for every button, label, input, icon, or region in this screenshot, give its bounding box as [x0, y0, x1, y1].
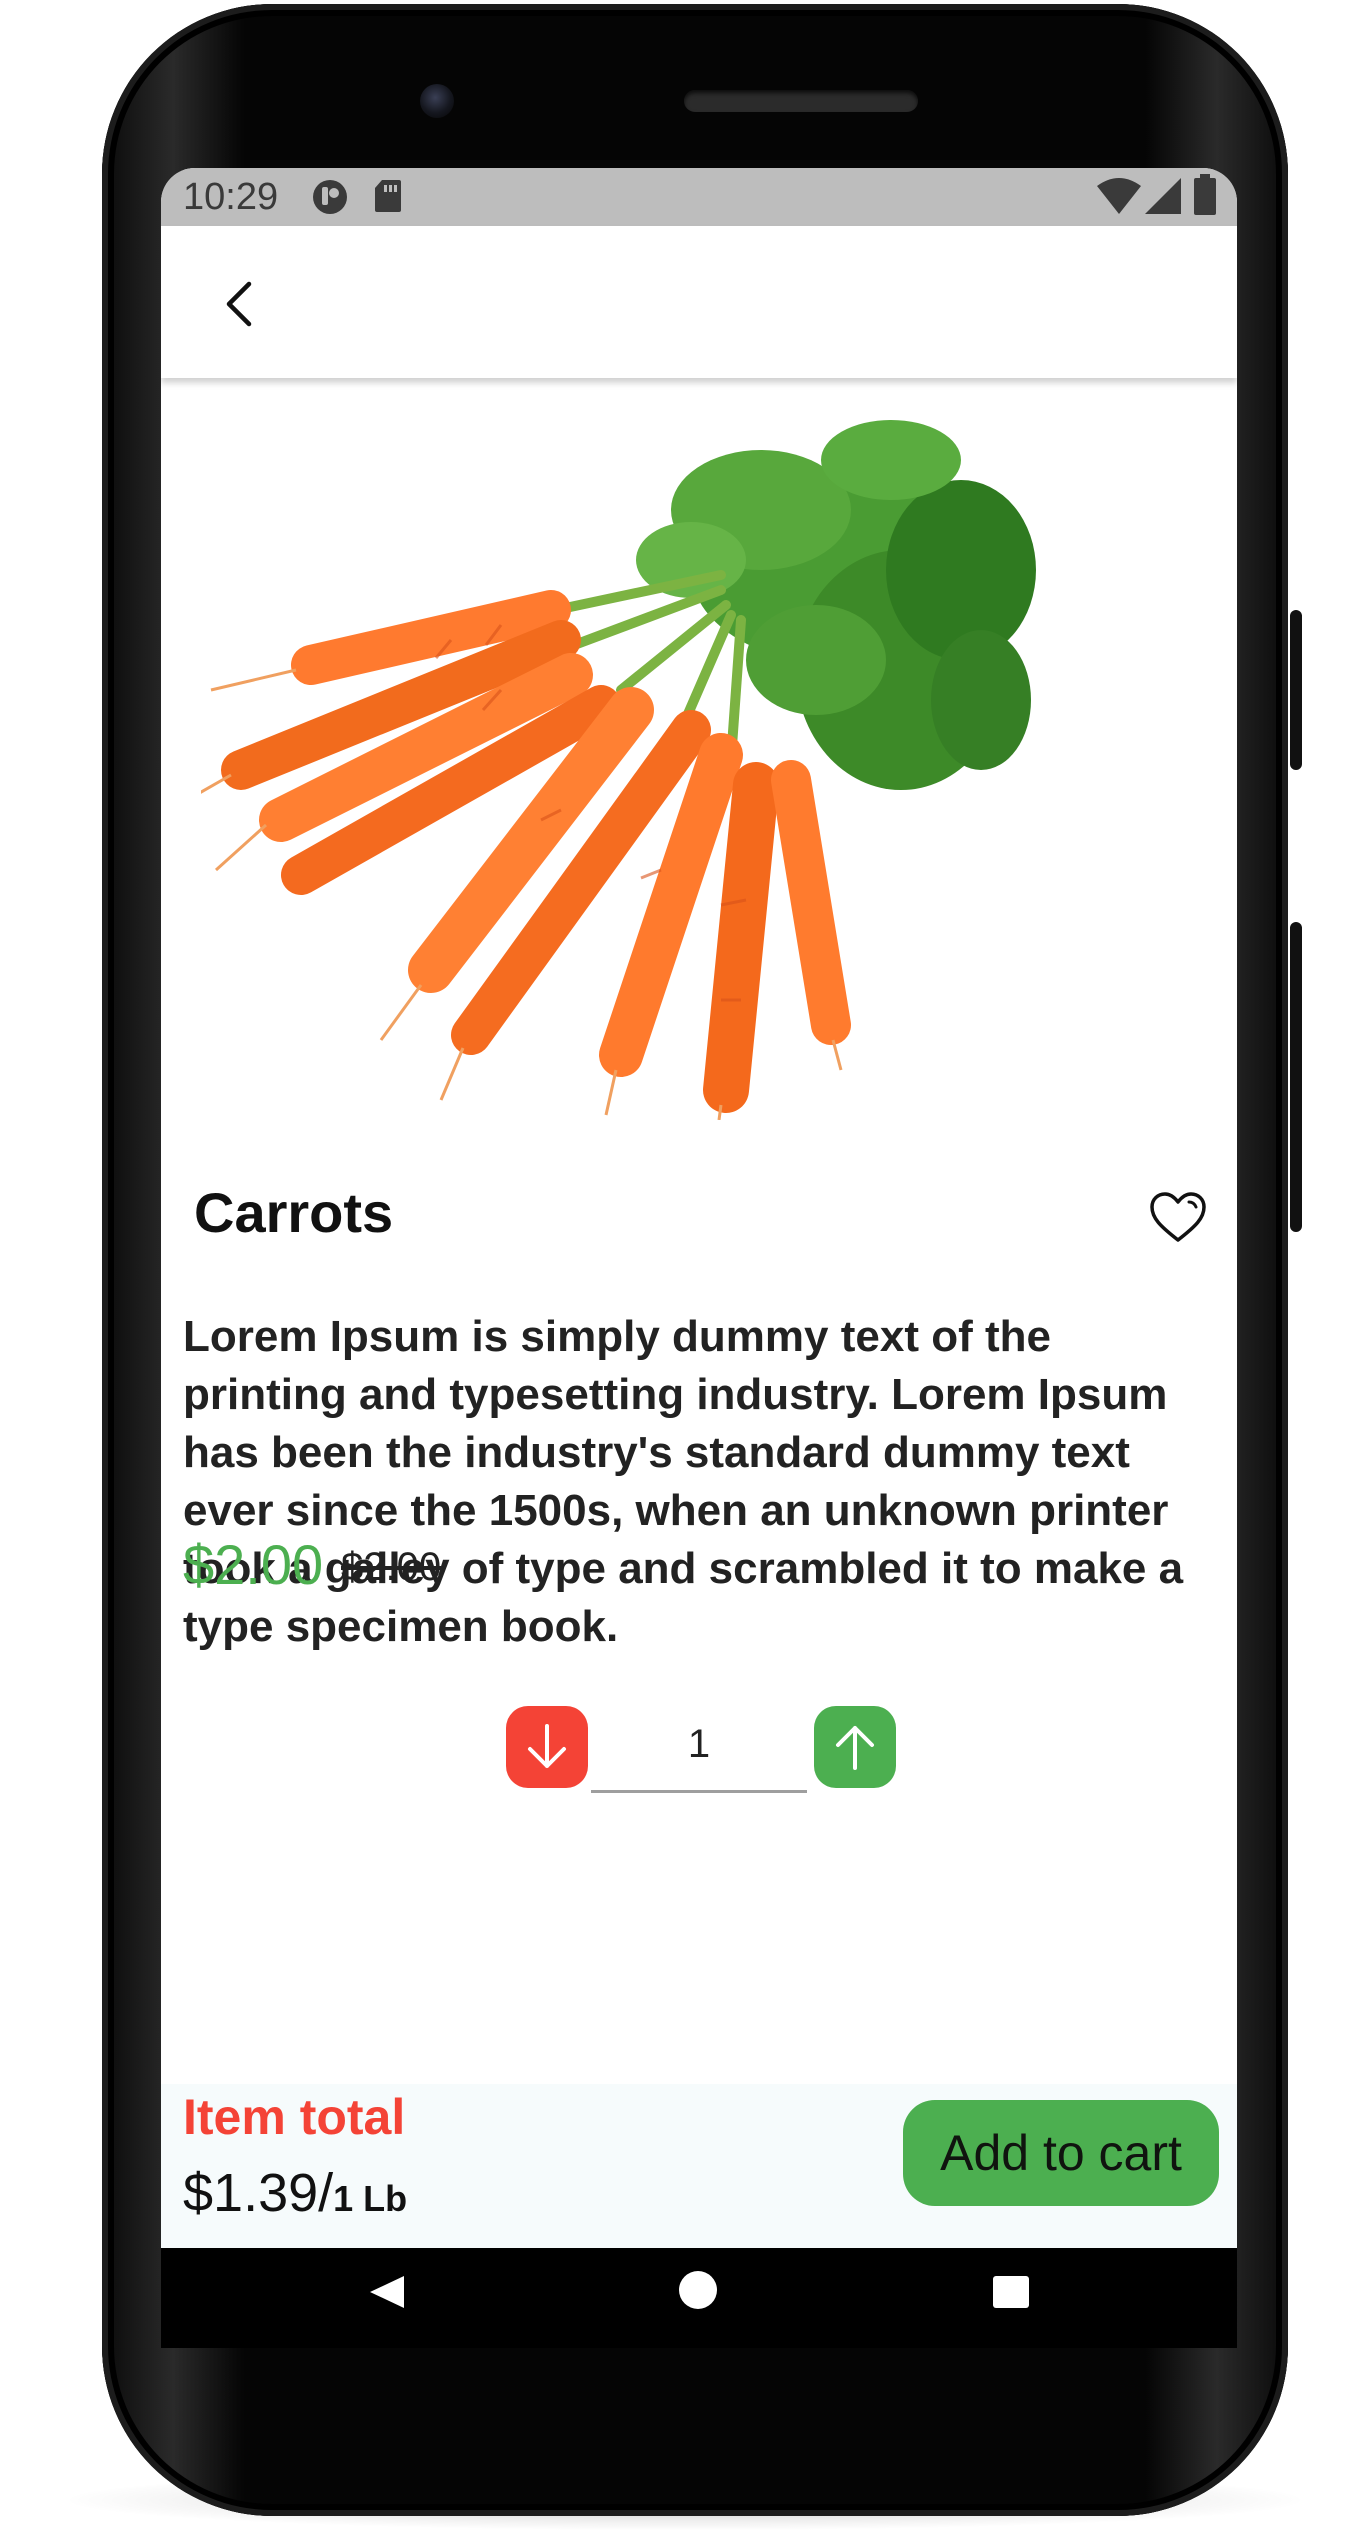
item-total-label: Item total	[183, 2089, 406, 2145]
favorite-button[interactable]	[1148, 1190, 1208, 1246]
product-description: Lorem Ipsum is simply dummy text of the …	[183, 1312, 1184, 1651]
arrow-up-icon	[836, 1726, 874, 1770]
device-mockup: 10:29 Carrots Lorem Ipsum is simply dumm…	[0, 0, 1370, 2534]
status-time: 10:29	[183, 176, 279, 218]
signal-icon	[1143, 176, 1183, 221]
nav-back-button[interactable]	[364, 2270, 408, 2319]
battery-icon	[1193, 174, 1217, 221]
nav-home-icon	[679, 2271, 717, 2309]
heart-outline-icon	[1150, 1192, 1206, 1242]
total-price-value: $1.39/	[183, 2163, 334, 2223]
notification-app-icon	[311, 178, 349, 221]
total-price-unit: 1 Lb	[333, 2178, 408, 2219]
nav-recents-icon	[993, 2276, 1029, 2308]
add-to-cart-button[interactable]: Add to cart	[903, 2100, 1219, 2206]
wifi-icon	[1095, 176, 1143, 221]
earpiece-speaker	[684, 90, 918, 112]
app-screen: 10:29 Carrots Lorem Ipsum is simply dumm…	[161, 168, 1237, 2248]
product-title: Carrots	[194, 1181, 394, 1244]
increase-quantity-button[interactable]	[814, 1706, 896, 1788]
original-price: $2.00	[341, 1545, 442, 1589]
product-image	[201, 420, 1036, 1120]
app-bar	[161, 226, 1237, 378]
power-button	[1290, 610, 1302, 770]
front-camera	[420, 84, 454, 118]
chevron-left-icon	[226, 281, 252, 327]
nav-recents-button[interactable]	[989, 2270, 1033, 2319]
arrow-down-icon	[528, 1724, 566, 1768]
nav-home-button[interactable]	[676, 2268, 720, 2317]
decrease-quantity-button[interactable]	[506, 1706, 588, 1788]
status-bar: 10:29	[161, 168, 1237, 226]
back-button[interactable]	[211, 274, 271, 334]
sd-card-icon	[373, 178, 403, 219]
item-total-price: $1.39/1 Lb	[183, 2160, 407, 2232]
current-price: $2.00	[183, 1533, 324, 1596]
system-nav-bar	[161, 2248, 1237, 2348]
nav-back-icon	[370, 2276, 404, 2308]
volume-button	[1290, 922, 1302, 1232]
quantity-field[interactable]: 1	[591, 1698, 807, 1793]
